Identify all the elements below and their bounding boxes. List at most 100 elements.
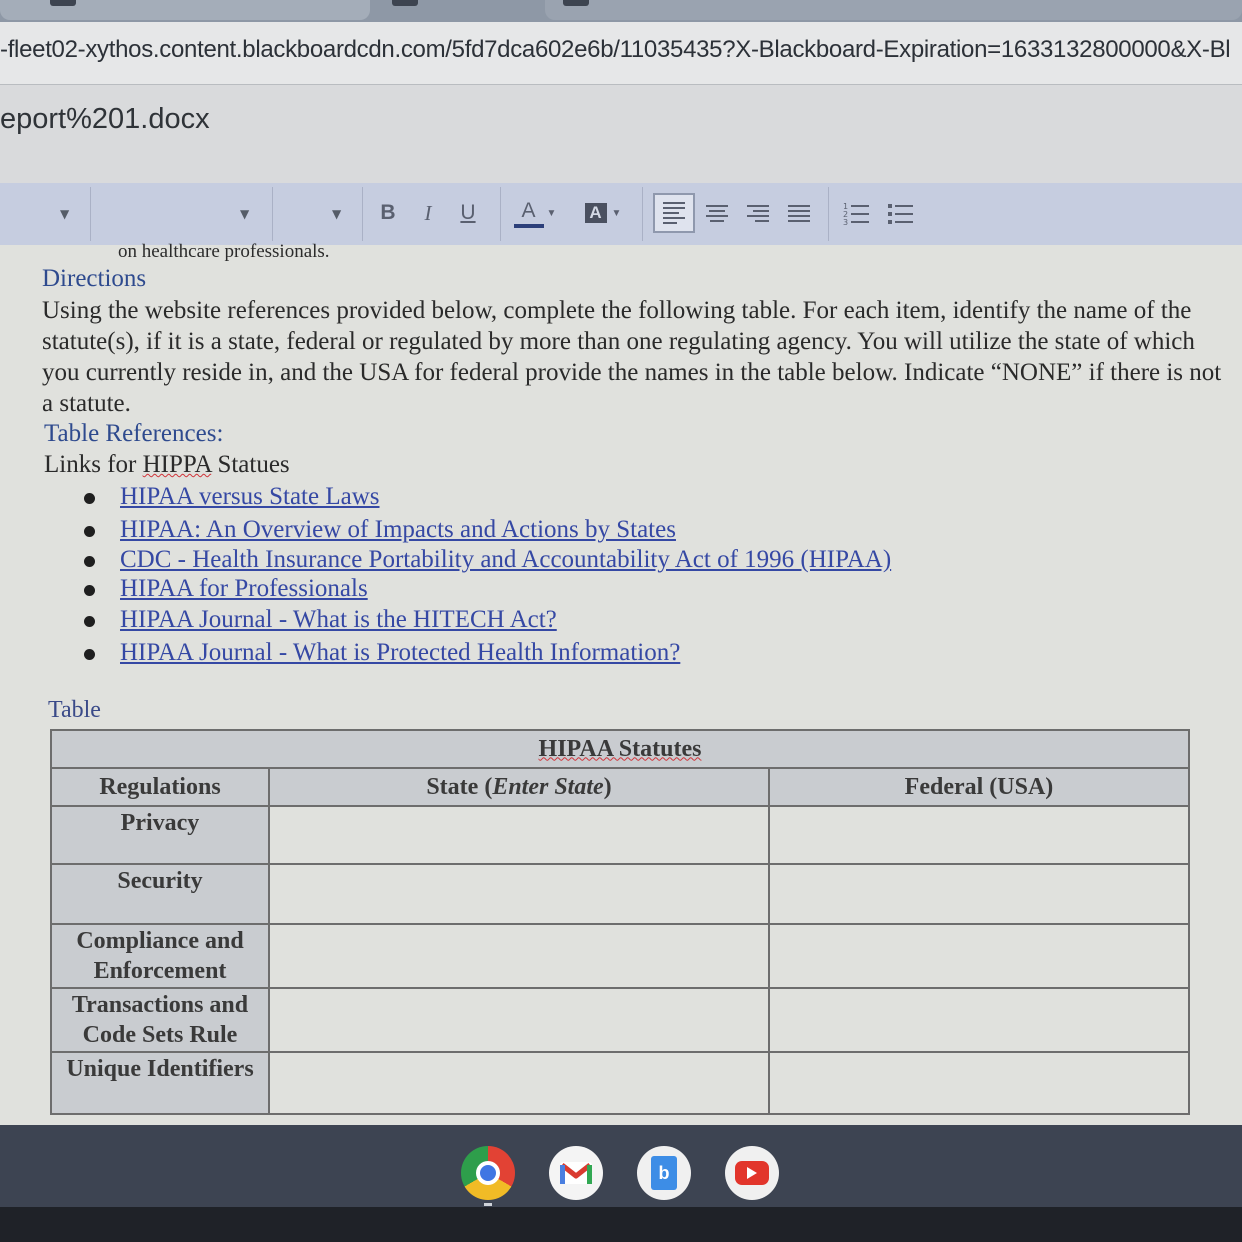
bold-button[interactable]: B (374, 195, 402, 231)
font-color-button[interactable]: A ▼ (510, 195, 560, 231)
formatting-toolbar: ▼ ▼ ▼ B I U A ▼ A ▼ 1 2 3 (0, 183, 1242, 246)
state-cell[interactable] (268, 863, 770, 925)
state-header-suffix: ) (603, 773, 612, 800)
state-cell[interactable] (268, 805, 770, 865)
font-dropdown-arrow[interactable]: ▼ (240, 207, 249, 221)
underline-button[interactable]: U (454, 195, 482, 231)
align-right-button[interactable] (743, 195, 773, 231)
federal-cell[interactable] (768, 987, 1190, 1053)
row-label-line: Privacy (120, 810, 200, 836)
table-row: Security (50, 863, 1190, 925)
bullet-icon (84, 492, 95, 504)
federal-cell[interactable] (768, 1051, 1190, 1115)
federal-cell[interactable] (768, 923, 1190, 989)
align-left-icon (663, 202, 685, 224)
docs-icon[interactable]: b (637, 1146, 691, 1200)
list-item: HIPAA versus State Laws (84, 483, 380, 511)
chevron-down-icon: ▼ (611, 207, 622, 219)
state-header-placeholder: Enter State (492, 773, 604, 800)
state-cell[interactable] (268, 987, 770, 1053)
align-center-icon (706, 204, 728, 222)
state-cell[interactable] (268, 923, 770, 989)
justify-icon (788, 204, 810, 222)
style-dropdown-arrow[interactable]: ▼ (60, 207, 69, 221)
gmail-icon[interactable] (549, 1146, 603, 1200)
state-cell[interactable] (268, 1051, 770, 1115)
toolbar-divider (90, 187, 91, 241)
os-shelf-base (0, 1207, 1242, 1242)
table-row: Compliance and Enforcement (50, 923, 1190, 989)
list-item: HIPAA for Professionals (84, 575, 368, 603)
row-label-unique-identifiers: Unique Identifiers (50, 1051, 270, 1115)
row-label-transactions-code-sets: Transactions and Code Sets Rule (50, 987, 270, 1053)
browser-tab-active[interactable] (545, 0, 1242, 20)
bulleted-list-button[interactable] (884, 195, 916, 231)
row-label-line: Security (117, 868, 203, 894)
table-row: Transactions and Code Sets Rule (50, 987, 1190, 1053)
row-label-line: Transactions and (71, 992, 249, 1018)
address-bar[interactable]: -fleet02-xythos.content.blackboardcdn.co… (0, 22, 1242, 85)
highlight-icon: A (584, 203, 607, 223)
state-header-prefix: State ( (426, 773, 493, 800)
font-size-dropdown-arrow[interactable]: ▼ (332, 207, 341, 221)
document-page[interactable]: on healthcare professionals. Directions … (0, 241, 1242, 1125)
youtube-icon[interactable] (725, 1146, 779, 1200)
row-label-line: Unique Identifiers (66, 1056, 254, 1082)
directions-paragraph: Using the website references provided be… (42, 297, 1222, 417)
list-item: HIPAA Journal - What is Protected Health… (84, 639, 680, 667)
bulleted-list-icon (888, 204, 913, 224)
bullet-icon (84, 615, 95, 627)
align-center-button[interactable] (702, 195, 732, 231)
list-item: HIPAA Journal - What is the HITECH Act? (84, 606, 557, 634)
bullet-icon (84, 584, 95, 596)
reference-link[interactable]: HIPAA Journal - What is the HITECH Act? (120, 606, 557, 633)
numbered-list-button[interactable]: 1 2 3 (840, 195, 872, 231)
row-label-compliance-enforcement: Compliance and Enforcement (50, 923, 270, 989)
align-left-button[interactable] (653, 193, 695, 233)
row-label-line: Code Sets Rule (82, 1022, 238, 1048)
url-text[interactable]: -fleet02-xythos.content.blackboardcdn.co… (0, 36, 1231, 64)
document-header: eport%201.docx (0, 85, 1242, 183)
list-item: CDC - Health Insurance Portability and A… (84, 546, 891, 574)
reference-link[interactable]: HIPAA versus State Laws (120, 483, 380, 510)
chrome-icon[interactable] (461, 1146, 515, 1200)
reference-link[interactable]: CDC - Health Insurance Portability and A… (120, 546, 891, 573)
toolbar-divider (272, 187, 273, 241)
reference-link[interactable]: HIPAA for Professionals (120, 575, 368, 602)
partial-text-line: on healthcare professionals. (118, 241, 330, 262)
browser-tab-strip (0, 0, 1242, 22)
hipaa-statutes-table: HIPAA Statutes Regulations State (Enter … (50, 729, 1190, 1115)
italic-button[interactable]: I (414, 195, 442, 231)
federal-cell[interactable] (768, 805, 1190, 865)
table-row: Privacy (50, 805, 1190, 865)
table-caption: Table (48, 697, 101, 723)
table-title-text: HIPAA Statutes (538, 735, 702, 762)
row-label-privacy: Privacy (50, 805, 270, 865)
font-color-icon: A (521, 198, 536, 222)
column-header-state: State (Enter State) (268, 767, 770, 807)
bullet-icon (84, 648, 95, 660)
federal-cell[interactable] (768, 863, 1190, 925)
table-title: HIPAA Statutes (50, 729, 1190, 769)
row-label-line: Compliance and (76, 928, 244, 954)
reference-link[interactable]: HIPAA: An Overview of Impacts and Action… (120, 516, 676, 543)
column-header-regulations: Regulations (50, 767, 270, 807)
links-intro: Links for HIPPA Statues (44, 451, 290, 479)
bullet-icon (84, 525, 95, 537)
reference-link[interactable]: HIPAA Journal - What is Protected Health… (120, 639, 680, 666)
numbered-list-icon: 1 2 3 (843, 202, 869, 225)
chevron-down-icon: ▼ (546, 207, 557, 219)
links-intro-suffix: Statues (211, 451, 290, 478)
bullet-icon (84, 555, 95, 567)
column-header-federal: Federal (USA) (768, 767, 1190, 807)
highlight-color-button[interactable]: A ▼ (578, 195, 628, 231)
links-intro-prefix: Links for (44, 451, 143, 478)
document-filename: eport%201.docx (0, 103, 210, 135)
links-intro-misspelled-word: HIPPA (142, 451, 212, 478)
table-references-heading: Table References: (44, 420, 224, 447)
tab-handle (50, 0, 76, 6)
table-row: Unique Identifiers (50, 1051, 1190, 1115)
justify-button[interactable] (784, 195, 814, 231)
align-right-icon (747, 204, 769, 222)
directions-heading: Directions (42, 265, 147, 292)
